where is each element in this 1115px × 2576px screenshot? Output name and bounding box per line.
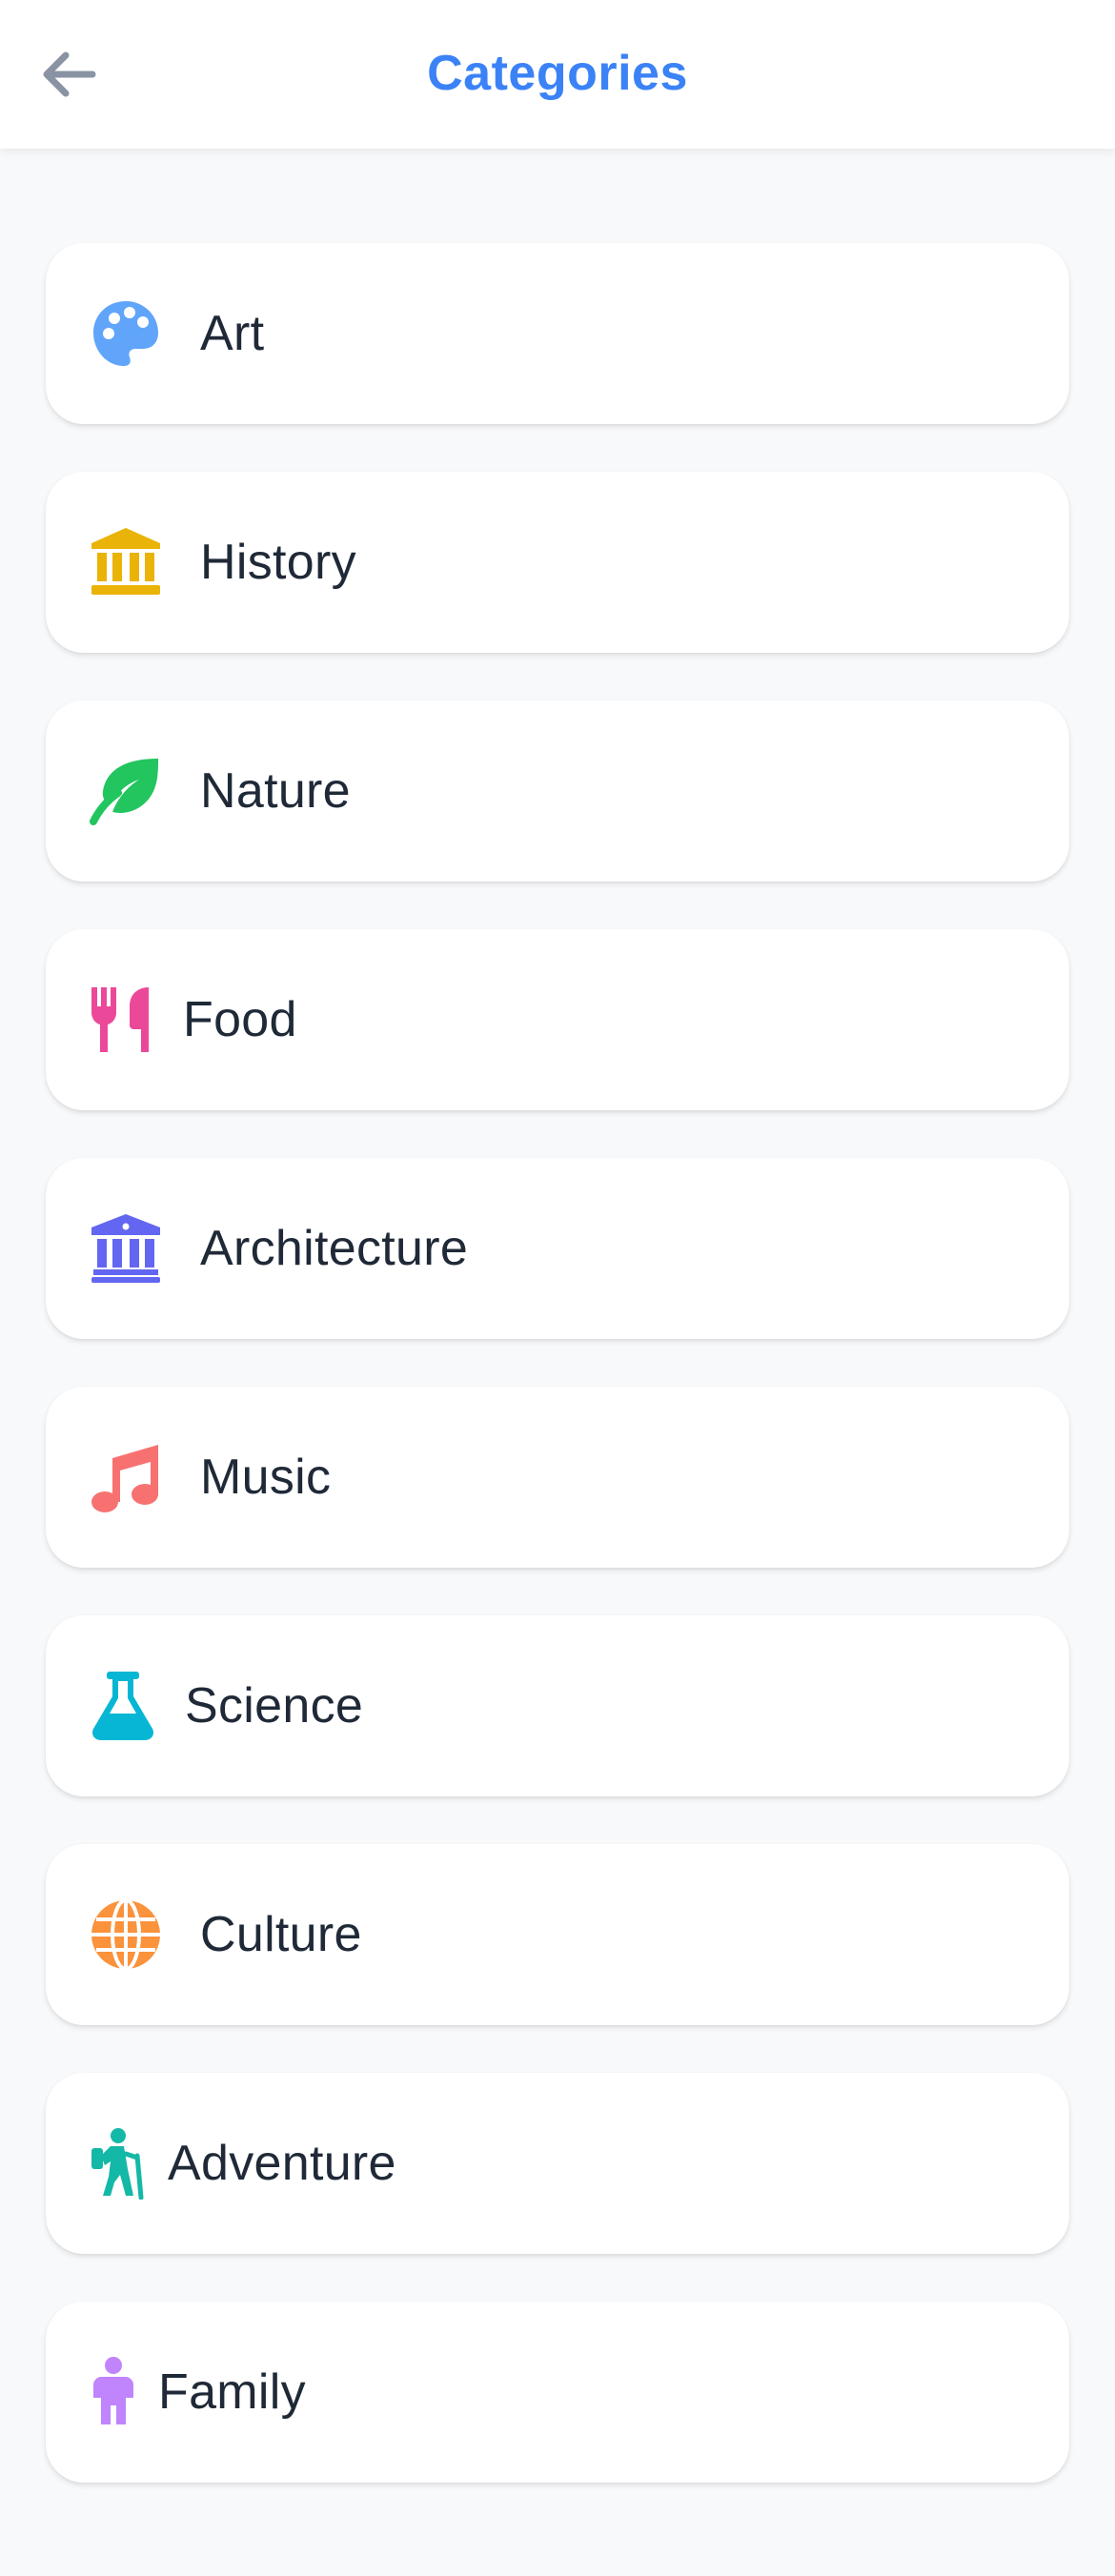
category-label: Adventure [168,2136,396,2191]
category-label: Nature [200,763,351,819]
category-item-science[interactable]: Science [46,1615,1069,1796]
landmark-icon [90,525,164,599]
category-label: Food [183,992,297,1047]
hiking-icon [90,2126,147,2201]
category-item-culture[interactable]: Culture [46,1844,1069,2025]
category-label: Family [158,2364,306,2420]
category-label: Art [200,306,265,361]
app-header: Categories [0,0,1115,149]
category-label: History [200,535,356,590]
building-columns-icon [90,1211,164,1286]
category-item-nature[interactable]: Nature [46,700,1069,882]
flask-icon [90,1669,156,1743]
category-item-history[interactable]: History [46,472,1069,653]
category-label: Music [200,1450,332,1505]
category-item-art[interactable]: Art [46,243,1069,424]
utensils-icon [90,983,154,1057]
category-label: Culture [200,1907,362,1962]
category-list: Art History Nature Food Architecture Mus… [46,243,1069,2530]
category-label: Architecture [200,1221,469,1276]
palette-icon [90,296,164,371]
category-item-family[interactable]: Family [46,2302,1069,2483]
category-item-architecture[interactable]: Architecture [46,1158,1069,1339]
category-item-music[interactable]: Music [46,1387,1069,1568]
page-title: Categories [427,46,688,101]
music-note-icon [90,1440,164,1514]
category-item-adventure[interactable]: Adventure [46,2073,1069,2254]
child-icon [90,2355,137,2429]
globe-icon [90,1897,164,1972]
category-item-food[interactable]: Food [46,929,1069,1110]
leaf-icon [90,754,164,828]
category-label: Science [185,1678,364,1734]
